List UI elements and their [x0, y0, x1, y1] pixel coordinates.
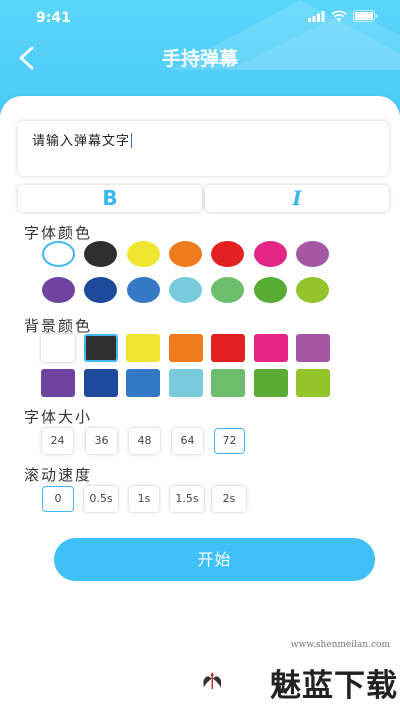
font-color-swatch[interactable]	[127, 277, 160, 303]
scroll-speed-label: 滚动速度	[24, 466, 93, 484]
font-size-option[interactable]: 36	[86, 428, 117, 454]
italic-button[interactable]: I	[205, 185, 389, 212]
scroll-speed-option[interactable]: 0.5s	[84, 486, 118, 512]
font-size-option[interactable]: 48	[129, 428, 160, 454]
scroll-speed-option[interactable]: 2s	[212, 486, 246, 512]
font-color-swatch[interactable]	[254, 277, 287, 303]
bg-color-swatch[interactable]	[41, 334, 75, 362]
font-color-swatch[interactable]	[127, 241, 160, 267]
bg-color-swatch[interactable]	[169, 334, 203, 362]
font-size-option[interactable]: 24	[42, 428, 73, 454]
font-color-swatch[interactable]	[42, 241, 75, 267]
font-color-swatch[interactable]	[296, 241, 329, 267]
bg-color-swatch[interactable]	[126, 334, 160, 362]
status-bar: 9:41	[0, 0, 400, 36]
font-size-label: 字体大小	[24, 408, 93, 426]
bg-color-swatch[interactable]	[254, 334, 288, 362]
bg-color-swatch[interactable]	[84, 334, 118, 362]
wifi-icon	[331, 10, 347, 22]
bg-color-swatch[interactable]	[41, 369, 75, 397]
text-caret	[131, 133, 133, 148]
font-color-swatch[interactable]	[42, 277, 75, 303]
font-size-option[interactable]: 72	[214, 428, 245, 454]
page-title: 手持弹幕	[161, 48, 238, 70]
bg-color-swatch[interactable]	[254, 369, 288, 397]
font-color-swatch[interactable]	[211, 241, 244, 267]
bg-color-swatch[interactable]	[296, 369, 330, 397]
font-color-swatch[interactable]	[84, 241, 117, 267]
danmaku-text-input[interactable]: 请输入弹幕文字	[18, 121, 389, 176]
watermark-text: 魅蓝下载	[270, 668, 398, 704]
battery-icon	[353, 10, 378, 22]
scroll-speed-option[interactable]: 1.5s	[170, 486, 204, 512]
bg-color-swatch[interactable]	[169, 369, 203, 397]
bg-color-swatch[interactable]	[84, 369, 118, 397]
status-icons	[308, 10, 378, 22]
font-size-option[interactable]: 64	[172, 428, 203, 454]
font-color-swatch[interactable]	[169, 241, 202, 267]
bg-color-swatch[interactable]	[211, 334, 245, 362]
input-value: 请输入弹幕文字	[32, 134, 131, 149]
signal-icon	[308, 10, 325, 22]
bg-color-swatch[interactable]	[126, 369, 160, 397]
font-color-swatch[interactable]	[84, 277, 117, 303]
start-button[interactable]: 开始	[54, 538, 375, 581]
bg-color-swatch[interactable]	[296, 334, 330, 362]
font-color-swatch[interactable]	[296, 277, 329, 303]
scroll-speed-option[interactable]: 1s	[129, 486, 159, 512]
status-time: 9:41	[36, 10, 71, 26]
watermark-logo-icon	[203, 672, 221, 690]
bg-color-label: 背景颜色	[24, 317, 93, 335]
bg-color-swatch[interactable]	[211, 369, 245, 397]
watermark-url: www.shenmeilan.com	[290, 640, 390, 650]
font-color-swatch[interactable]	[169, 277, 202, 303]
bold-button[interactable]: B	[18, 185, 202, 212]
scroll-speed-option[interactable]: 0	[42, 486, 74, 512]
font-color-label: 字体颜色	[24, 224, 93, 242]
font-color-swatch[interactable]	[254, 241, 287, 267]
font-color-swatch[interactable]	[211, 277, 244, 303]
